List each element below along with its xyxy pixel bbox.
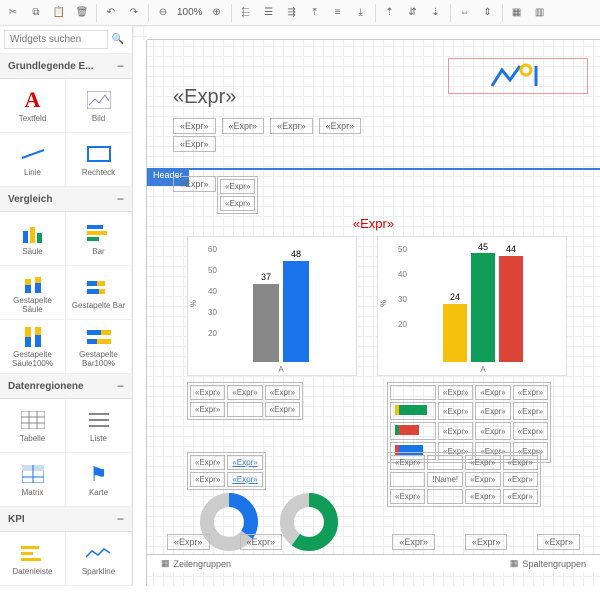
valign-top-icon[interactable]: ⇡ [379, 2, 401, 24]
align-top-icon[interactable]: ⤒ [304, 2, 326, 24]
widget-matrix[interactable]: Matrix [0, 453, 66, 507]
widget-gsaule100[interactable]: GestapelteSäule100% [0, 320, 66, 374]
expr-field[interactable]: «Expr» [270, 118, 313, 134]
undo-icon[interactable]: ↶ [100, 2, 122, 24]
widget-bild[interactable]: Bild [66, 79, 132, 133]
widget-liste[interactable]: Liste [66, 399, 132, 453]
section-basic[interactable]: Grundlegende E...− [0, 54, 132, 79]
svg-text:50: 50 [208, 266, 217, 275]
group-icon[interactable]: ▦ [506, 2, 528, 24]
zoom-out-icon[interactable]: ⊖ [152, 2, 174, 24]
widget-rechteck[interactable]: Rechteck [66, 133, 132, 187]
widget-sparkline[interactable]: Sparkline [66, 532, 132, 586]
svg-text:30: 30 [208, 308, 217, 317]
redo-icon[interactable]: ↷ [123, 2, 145, 24]
spaltengruppen[interactable]: ▦Spaltengruppen [500, 558, 596, 569]
design-canvas[interactable]: «Expr» «Expr» «Expr» «Expr» «Expr» «Expr… [133, 26, 600, 586]
widget-linie[interactable]: Linie [0, 133, 66, 187]
svg-text:20: 20 [208, 329, 217, 338]
svg-text:44: 44 [506, 244, 516, 254]
dist-v-icon[interactable]: ⇕ [477, 2, 499, 24]
chart-section-title[interactable]: «Expr» [147, 216, 600, 231]
mini-table[interactable]: «Expr» «Expr» [217, 176, 258, 214]
align-right-icon[interactable]: ⇶ [281, 2, 303, 24]
widget-gsaule[interactable]: GestapelteSäule [0, 266, 66, 320]
svg-text:A: A [480, 365, 486, 374]
svg-text:60: 60 [208, 245, 217, 254]
svg-text:A: A [278, 365, 284, 374]
toolbar: ✂ ⧉ 📋 🗑 ↶ ↷ ⊖ 100% ⊕ ⬱ ☰ ⇶ ⤒ ≡ ⤓ ⇡ ⇵ ⇣ ⇔… [0, 0, 600, 26]
svg-text:37: 37 [261, 272, 271, 282]
detail-table[interactable]: «Expr»«Expr»«Expr» !Name!«Expr»«Expr» «E… [387, 452, 541, 507]
svg-text:48: 48 [291, 249, 301, 259]
logo-placeholder[interactable] [448, 58, 588, 94]
align-middle-icon[interactable]: ≡ [327, 2, 349, 24]
expr-field[interactable]: «Expr» [240, 534, 283, 550]
section-kpi[interactable]: KPI− [0, 507, 132, 532]
expr-field[interactable]: «Expr» [173, 136, 216, 152]
valign-mid-icon[interactable]: ⇵ [402, 2, 424, 24]
svg-text:20: 20 [398, 320, 407, 329]
widget-gbar[interactable]: Gestapelte Bar [66, 266, 132, 320]
expr-field[interactable]: «Expr» [465, 534, 508, 550]
search-input[interactable] [4, 30, 108, 49]
align-left-icon[interactable]: ⬱ [235, 2, 257, 24]
cut-icon[interactable]: ✂ [2, 2, 24, 24]
widget-textfeld[interactable]: ATextfeld [0, 79, 66, 133]
expr-field[interactable]: «Expr» [173, 176, 216, 192]
align-center-icon[interactable]: ☰ [258, 2, 280, 24]
svg-text:45: 45 [478, 242, 488, 252]
copy-icon[interactable]: ⧉ [25, 2, 47, 24]
expr-field[interactable]: «Expr» [222, 118, 265, 134]
expr-field[interactable]: «Expr» [392, 534, 435, 550]
widget-karte[interactable]: ⚑Karte [66, 453, 132, 507]
widget-sidebar: 🔍 Grundlegende E...− ATextfeld Bild Lini… [0, 26, 133, 586]
valign-bot-icon[interactable]: ⇣ [425, 2, 447, 24]
svg-text:50: 50 [398, 245, 407, 254]
dist-h-icon[interactable]: ⇔ [454, 2, 476, 24]
report-title-expr[interactable]: «Expr» [173, 86, 236, 109]
expr-table[interactable]: «Expr»«Expr»«Expr» «Expr»«Expr» [187, 382, 303, 420]
ruler-horizontal [147, 26, 600, 40]
svg-text:30: 30 [398, 295, 407, 304]
svg-text:24: 24 [450, 292, 460, 302]
widget-saule[interactable]: Säule [0, 212, 66, 266]
sparkline-table[interactable]: «Expr»«Expr»«Expr» «Expr»«Expr»«Expr» «E… [387, 382, 551, 463]
search-icon[interactable]: 🔍 [108, 34, 128, 45]
widget-datenleiste[interactable]: Datenleiste [0, 532, 66, 586]
expr-field[interactable]: «Expr» [537, 534, 580, 550]
search-box: 🔍 [0, 26, 132, 54]
zoom-in-icon[interactable]: ⊕ [206, 2, 228, 24]
section-vergleich[interactable]: Vergleich− [0, 187, 132, 212]
svg-text:40: 40 [398, 270, 407, 279]
expr-field[interactable]: «Expr» [319, 118, 362, 134]
column-chart-2[interactable]: 50 40 30 20 % 24 45 44 A [377, 236, 567, 376]
expr-field[interactable]: «Expr» [173, 118, 216, 134]
svg-text:40: 40 [208, 287, 217, 296]
zoom-level: 100% [175, 7, 205, 18]
column-chart-1[interactable]: 60 50 40 30 20 % 37 48 A [187, 236, 357, 376]
svg-text:%: % [379, 300, 388, 307]
widget-gbar100[interactable]: GestapelteBar100% [66, 320, 132, 374]
zeilengruppen[interactable]: ▦Zeilengruppen [151, 558, 241, 569]
expr-field[interactable]: «Expr» [167, 534, 210, 550]
grid-icon: ▦ [161, 558, 170, 569]
widget-tabelle[interactable]: Tabelle [0, 399, 66, 453]
delete-icon[interactable]: 🗑 [71, 2, 93, 24]
grid-icon: ▦ [510, 558, 519, 569]
section-daten[interactable]: Datenregionene− [0, 374, 132, 399]
ruler-vertical [133, 40, 147, 586]
canvas-footer: ▦Zeilengruppen ▦Spaltengruppen [147, 554, 600, 572]
link-table[interactable]: «Expr»«Expr» «Expr»«Expr» [187, 452, 266, 490]
paste-icon[interactable]: 📋 [48, 2, 70, 24]
ungroup-icon[interactable]: ▥ [529, 2, 551, 24]
svg-text:%: % [189, 300, 198, 307]
widget-bar[interactable]: Bar [66, 212, 132, 266]
align-bottom-icon[interactable]: ⤓ [350, 2, 372, 24]
